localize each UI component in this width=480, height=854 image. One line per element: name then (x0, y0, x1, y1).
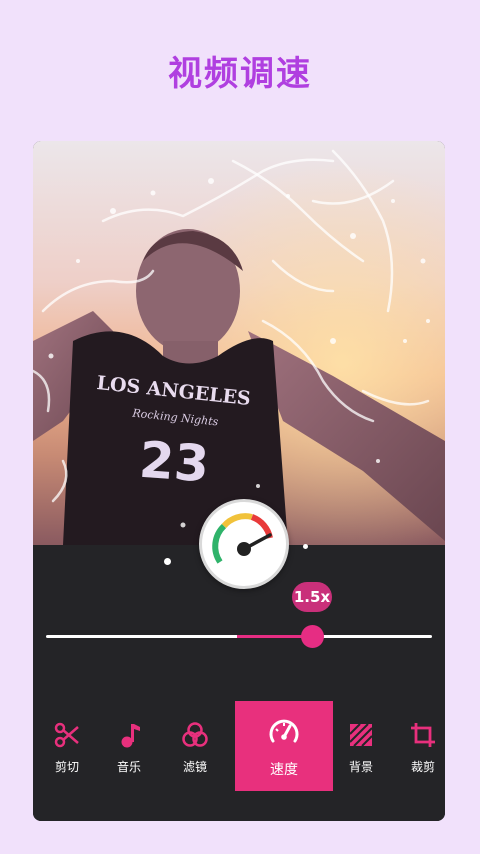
tool-label: 剪切 (54, 760, 79, 774)
crop-icon (411, 723, 435, 747)
shirt-number: 23 (137, 431, 210, 494)
speed-gauge-button[interactable] (199, 499, 289, 589)
tool-speed[interactable]: 速度 (235, 701, 333, 791)
timeline-dot (164, 558, 171, 565)
speedometer-icon (269, 719, 299, 743)
tool-background[interactable]: 背景 (327, 701, 395, 791)
music-note-icon (121, 724, 140, 748)
page-title: 视频调速 (168, 54, 312, 94)
tool-label: 速度 (270, 762, 298, 778)
tool-label: 音乐 (116, 760, 141, 774)
tool-label: 背景 (348, 760, 373, 774)
background-pattern-icon (349, 723, 373, 747)
scissors-icon (54, 722, 79, 748)
video-editor-card: LOS ANGELES Rocking Nights 23 1.5x 剪切 音乐… (33, 141, 445, 821)
timeline-dot (303, 544, 308, 549)
speedometer-icon (212, 513, 273, 564)
speed-slider-thumb[interactable] (301, 625, 324, 648)
speed-value-badge: 1.5x (292, 582, 332, 612)
tool-filter[interactable]: 滤镜 (161, 701, 229, 791)
preview-image: LOS ANGELES Rocking Nights 23 (33, 141, 445, 545)
tool-label: 滤镜 (182, 760, 207, 774)
tool-crop[interactable]: 裁剪 (389, 701, 445, 791)
tool-label: 裁剪 (410, 760, 435, 774)
video-preview[interactable]: LOS ANGELES Rocking Nights 23 (33, 141, 445, 545)
tool-cut[interactable]: 剪切 (33, 701, 101, 791)
tool-music[interactable]: 音乐 (95, 701, 163, 791)
tool-bar: 剪切 音乐 滤镜 速度 背景 裁剪 (33, 701, 445, 791)
filter-circles-icon (182, 722, 208, 747)
